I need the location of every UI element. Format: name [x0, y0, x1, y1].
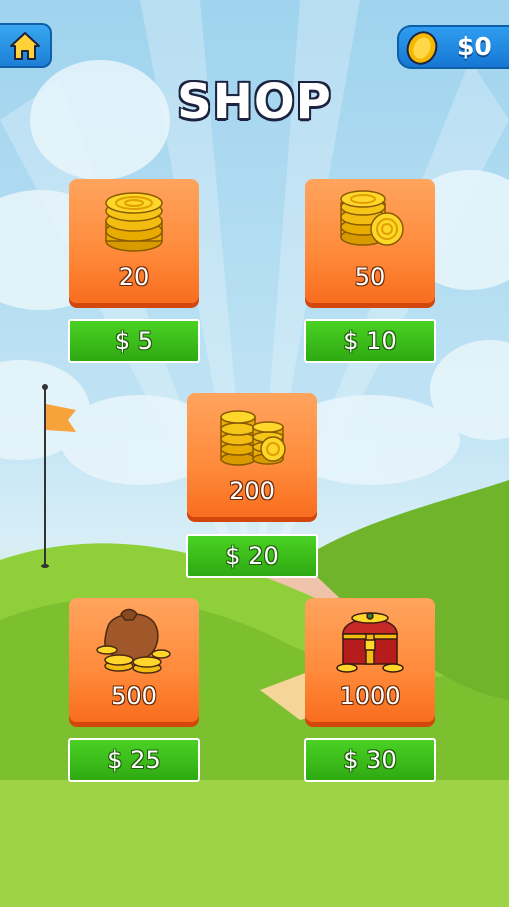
pack-card-200[interactable]: 200: [187, 393, 317, 517]
coin-icon: [406, 31, 438, 65]
page-title: SHOP: [177, 74, 332, 130]
pack-card-500[interactable]: 500: [69, 598, 199, 722]
buy-button-30[interactable]: $ 30: [304, 738, 436, 782]
coin-pile-icon: [220, 410, 286, 466]
treasure-chest-icon: [336, 612, 404, 673]
pack-amount: 20: [118, 263, 150, 291]
double-coin-stack-icon: [340, 190, 404, 246]
pack-amount: 200: [229, 477, 275, 505]
pack-card-20[interactable]: 20: [69, 179, 199, 303]
buy-button-20[interactable]: $ 20: [186, 534, 318, 578]
pack-amount: 1000: [339, 682, 401, 710]
buy-button-10[interactable]: $ 10: [304, 319, 436, 363]
buy-button-5[interactable]: $ 5: [68, 319, 200, 363]
home-button[interactable]: [0, 23, 52, 68]
coin-stack-icon: [105, 192, 163, 252]
coin-balance-value: $0: [457, 32, 492, 61]
buy-button-25[interactable]: $ 25: [68, 738, 200, 782]
pack-card-1000[interactable]: 1000: [305, 598, 435, 722]
pack-amount: 50: [354, 263, 386, 291]
pack-amount: 500: [111, 682, 157, 710]
pack-card-50[interactable]: 50: [305, 179, 435, 303]
coin-balance-display: $0: [397, 25, 509, 69]
coin-bag-icon: [96, 608, 171, 674]
home-icon: [10, 31, 40, 60]
